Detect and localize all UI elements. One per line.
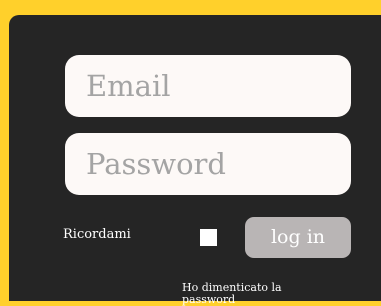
login-button[interactable]: log in [245,217,351,258]
remember-me-label: Ricordami [63,227,131,242]
remember-me-checkbox[interactable] [200,229,217,246]
login-panel: Email Password Ricordami log in Ho dimen… [9,15,381,306]
password-field[interactable]: Password [65,133,351,195]
forgot-password-link[interactable]: Ho dimenticato la password [182,282,302,306]
email-field[interactable]: Email [65,55,351,117]
